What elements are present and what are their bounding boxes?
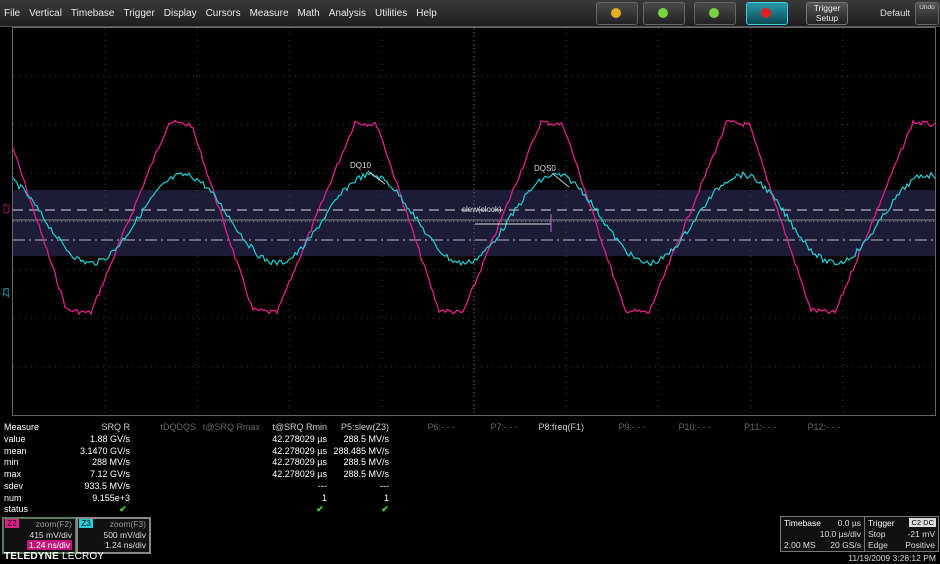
slew-label: slew(clock): [462, 205, 502, 214]
status-led-icon: [761, 8, 771, 18]
measure-header-9[interactable]: P10:- - -: [671, 422, 711, 432]
measure-cell-slew: 288.485 MV/s: [333, 445, 389, 456]
measure-cell-slew: ---: [380, 480, 389, 491]
measure-cell-srq: 7.12 GV/s: [89, 469, 130, 480]
menu-item-help[interactable]: Help: [416, 8, 437, 19]
trace-timescale: 1.24 ns/div: [104, 540, 146, 550]
measure-header-6[interactable]: P7:- - -: [478, 422, 518, 432]
measure-header-4[interactable]: P5:slew(Z3): [319, 422, 389, 432]
trigger-mode: Stop: [868, 529, 886, 539]
trace-scale: 415 mV/div: [29, 530, 72, 540]
trigger-level: -21 mV: [907, 529, 935, 539]
menu-item-file[interactable]: File: [4, 8, 20, 19]
measure-row-label: status: [4, 504, 29, 515]
timebase-label: Timebase: [784, 518, 822, 528]
measure-cell-rmin: ✔: [316, 504, 324, 515]
measure-header-2[interactable]: t@SRQ Rmax: [200, 422, 260, 432]
menu-item-utilities[interactable]: Utilities: [375, 8, 407, 19]
measure-cell-srq: 288 MV/s: [91, 457, 130, 468]
measure-header-0[interactable]: SRQ R: [90, 422, 130, 432]
dqs0-label: DQS0: [534, 164, 556, 173]
trace-tag: Z2: [5, 519, 19, 528]
menu-item-measure[interactable]: Measure: [250, 8, 289, 19]
channel-z3-marker[interactable]: Z3: [2, 288, 11, 297]
status-button-4[interactable]: [746, 2, 788, 25]
measure-cell-slew: 288.5 MV/s: [343, 434, 389, 444]
default-label: Default: [880, 8, 911, 19]
measure-header-3[interactable]: t@SRQ Rmin: [257, 422, 327, 432]
trigger-type: Edge: [868, 540, 888, 550]
brand-logo: TELEDYNE LECROY: [4, 551, 104, 562]
channel-c2-marker[interactable]: C2: [3, 203, 12, 213]
measure-header-7[interactable]: P8:freq(F1): [524, 422, 584, 432]
datetime: 11/19/2009 3:28:12 PM: [848, 553, 936, 563]
status-button-1[interactable]: [596, 2, 638, 25]
status-button-2[interactable]: [643, 2, 685, 25]
measure-table: Measure SRQ R tDQDQS t@SRQ Rmax t@SRQ Rmin P5…: [0, 418, 940, 516]
timebase-rate: 20 GS/s: [830, 540, 861, 550]
measure-cell-srq: 933.5 MV/s: [84, 480, 130, 491]
trigger-setup-button[interactable]: Trigger Setup: [806, 2, 848, 25]
measure-row-label: sdev: [4, 480, 24, 491]
trace-tag: Z3: [79, 519, 93, 528]
dq10-label: DQ10: [350, 161, 371, 170]
status-led-icon: [658, 8, 668, 18]
trigger-source: C2 DC: [909, 518, 936, 527]
trace-name: zoom(F2): [35, 519, 72, 529]
measure-cell-srq: ✔: [119, 504, 127, 515]
measure-header-10[interactable]: P11:- - -: [736, 422, 776, 432]
measure-row-label: mean: [4, 445, 27, 456]
trigger-label: Trigger: [868, 518, 895, 528]
timebase-descriptor[interactable]: Timebase 0.0 µs 10.0 µs/div 2.00 MS 20 G…: [780, 516, 865, 552]
waveform-grid[interactable]: DQ10 DQS0 slew(clock): [12, 27, 936, 416]
brand-thin: LECROY: [61, 551, 105, 562]
timebase-samples: 2.00 MS: [784, 540, 816, 550]
brand-bold: TELEDYNE: [4, 551, 59, 562]
trigger-descriptor[interactable]: Trigger C2 DC Stop -21 mV Edge Positive: [864, 516, 939, 552]
menu-item-vertical[interactable]: Vertical: [29, 8, 62, 19]
trace-name: zoom(F3): [109, 519, 146, 529]
cursor-band: [13, 190, 935, 256]
trace-timescale: 1.24 ns/div: [26, 540, 72, 550]
trigger-slope: Positive: [905, 540, 935, 550]
measure-header-5[interactable]: P6:- - -: [415, 422, 455, 432]
timebase-offset: 0.0 µs: [837, 518, 861, 528]
trace-descriptor-z2[interactable]: Z2 zoom(F2) 415 mV/div 1.24 ns/div: [2, 517, 77, 554]
menu-item-cursors[interactable]: Cursors: [206, 8, 241, 19]
menu-item-analysis[interactable]: Analysis: [329, 8, 366, 19]
menu-item-math[interactable]: Math: [298, 8, 320, 19]
measure-header-8[interactable]: P9:- - -: [606, 422, 646, 432]
timebase-tdiv: 10.0 µs/div: [819, 529, 861, 539]
menu-item-timebase[interactable]: Timebase: [71, 8, 115, 19]
measure-title: Measure: [4, 422, 40, 432]
measure-cell-srq: 3.1470 GV/s: [79, 445, 130, 456]
menu-item-display[interactable]: Display: [164, 8, 197, 19]
measure-row-label: num: [4, 492, 22, 503]
measure-cell-slew: ✔: [381, 504, 389, 515]
trace-scale: 500 mV/div: [103, 530, 146, 540]
measure-cell-srq: 1.88 GV/s: [89, 434, 130, 444]
menu-bar: File Vertical Timebase Trigger Display Cursor…: [0, 0, 940, 27]
status-led-icon: [611, 8, 621, 18]
measure-cell-slew: 288.5 MV/s: [343, 457, 389, 468]
measure-row-label: max: [4, 469, 22, 480]
undo-button[interactable]: Undo: [915, 2, 939, 25]
menu-item-trigger[interactable]: Trigger: [123, 8, 154, 19]
measure-row-label: value: [4, 434, 26, 444]
status-led-icon: [709, 8, 719, 18]
measure-header-1[interactable]: tDQDQS: [156, 422, 196, 432]
trigger-setup-label: Trigger Setup: [813, 3, 841, 23]
measure-header-11[interactable]: P12:- - -: [800, 422, 840, 432]
undo-label: Undo: [919, 4, 935, 11]
trace-descriptor-z3[interactable]: Z3 zoom(F3) 500 mV/div 1.24 ns/div: [76, 517, 151, 554]
waveform-canvas: DQ10 DQS0 slew(clock): [13, 28, 935, 415]
status-button-3[interactable]: [694, 2, 736, 25]
measure-cell-srq: 9.155e+3: [92, 492, 130, 503]
measure-cell-slew: 1: [383, 492, 389, 503]
measure-row-label: min: [4, 457, 19, 468]
measure-cell-slew: 288.5 MV/s: [343, 469, 389, 480]
